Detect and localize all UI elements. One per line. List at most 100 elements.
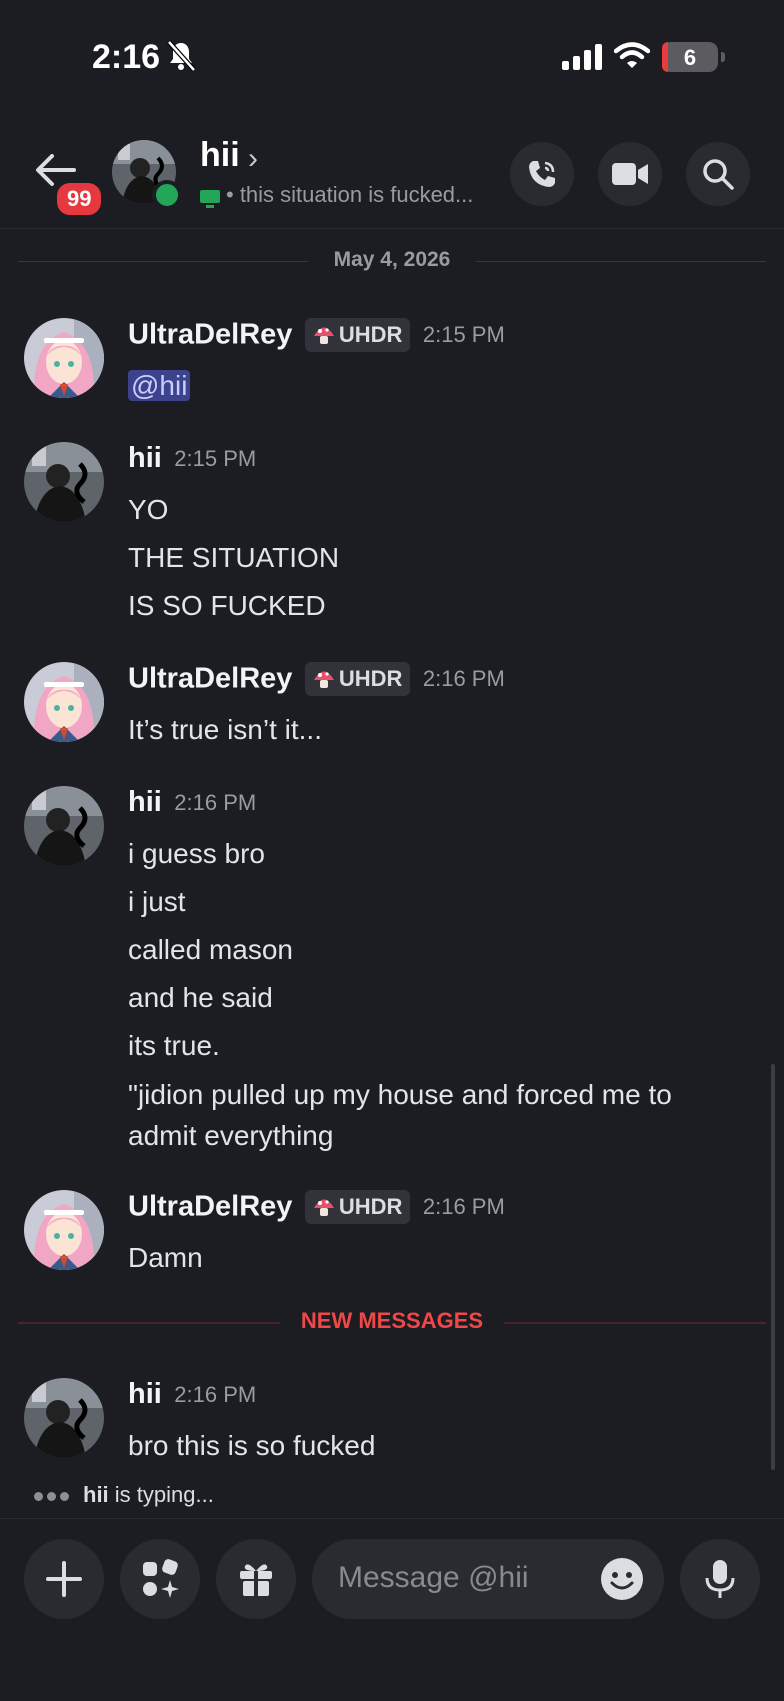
timestamp: 2:16 PM	[174, 789, 257, 815]
new-messages-divider: NEW MESSAGES	[18, 1306, 766, 1336]
message-body: bro this is so fucked	[128, 1422, 748, 1470]
message-body: Damn	[128, 1234, 748, 1282]
search-icon	[703, 159, 734, 190]
avatar[interactable]	[24, 318, 104, 398]
tag-label: UHDR	[338, 322, 403, 347]
server-tag-badge[interactable]: UHDR	[304, 662, 411, 696]
mushroom-icon	[313, 671, 334, 688]
scrollbar[interactable]	[771, 1064, 775, 1470]
date-divider-label: May 4, 2026	[333, 248, 451, 271]
message-header: UltraDelRey UHDR 2:16 PM	[128, 1190, 505, 1230]
message-body: @hii	[128, 362, 748, 410]
user-mention[interactable]: @hii	[128, 370, 191, 401]
online-status-dot	[152, 180, 182, 210]
status-text: • this situation is fucked...	[226, 182, 474, 207]
message-header: hii 2:15 PM	[128, 442, 256, 482]
avatar[interactable]	[24, 1190, 104, 1270]
message-composer: Message @hii	[0, 1518, 784, 1701]
new-messages-label: NEW MESSAGES	[300, 1308, 484, 1333]
message-line: "jidion pulled up my house and forced me…	[128, 1079, 672, 1151]
message-line: i guess bro	[128, 838, 265, 869]
typing-user: hii	[83, 1482, 109, 1507]
emoji-icon[interactable]	[600, 1557, 644, 1601]
timestamp: 2:15 PM	[422, 322, 505, 347]
message-header: hii 2:16 PM	[128, 786, 256, 826]
username[interactable]: UltraDelRey	[128, 319, 292, 351]
battery-indicator: 6	[662, 42, 725, 72]
bell-muted-icon	[167, 40, 196, 72]
activity-icon	[200, 189, 220, 208]
timestamp: 2:15 PM	[174, 445, 257, 471]
timestamp: 2:16 PM	[174, 1381, 257, 1407]
add-attachment-button[interactable]	[24, 1539, 104, 1619]
typing-text: is typing...	[114, 1482, 214, 1507]
status-bar: 2:16 6	[0, 0, 784, 120]
mushroom-icon	[313, 327, 334, 344]
message-header: UltraDelRey UHDR 2:15 PM	[128, 318, 505, 358]
unread-badge: 99	[54, 180, 105, 218]
typing-dots-icon	[34, 1482, 73, 1508]
battery-level: 6	[683, 45, 697, 70]
tag-label: UHDR	[338, 666, 403, 691]
plus-icon	[46, 1561, 82, 1597]
voice-call-button[interactable]	[510, 142, 574, 206]
username[interactable]: UltraDelRey	[128, 663, 292, 695]
message-line: i just	[128, 886, 186, 917]
message-group: UltraDelRey UHDR 2:15 PM @hii	[0, 318, 784, 408]
avatar[interactable]	[24, 1378, 104, 1458]
message-group: hii 2:16 PM i guess bro i just called ma…	[0, 786, 784, 1151]
mushroom-icon	[313, 1199, 334, 1216]
microphone-icon	[705, 1560, 735, 1598]
tag-label: UHDR	[338, 1194, 403, 1219]
typing-indicator: hii is typing...	[34, 1482, 214, 1508]
message-body: YO THE SITUATION IS SO FUCKED	[128, 486, 748, 630]
message-line: It’s true isn’t it...	[128, 714, 322, 745]
message-line: YO	[128, 494, 169, 525]
message-line: called mason	[128, 934, 293, 965]
voice-message-button[interactable]	[680, 1539, 760, 1619]
timestamp: 2:16 PM	[422, 1194, 505, 1219]
message-line: THE SITUATION	[128, 542, 340, 573]
search-button[interactable]	[686, 142, 750, 206]
username[interactable]: hii	[128, 1378, 162, 1410]
apps-button[interactable]	[120, 1539, 200, 1619]
message-group: UltraDelRey UHDR 2:16 PM Damn	[0, 1190, 784, 1280]
date-divider: May 4, 2026	[18, 246, 766, 276]
username[interactable]: hii	[128, 442, 162, 474]
server-tag-badge[interactable]: UHDR	[304, 1190, 411, 1224]
phone-icon	[529, 161, 555, 187]
video-call-button[interactable]	[598, 142, 662, 206]
username[interactable]: hii	[128, 786, 162, 818]
timestamp: 2:16 PM	[422, 666, 505, 691]
cellular-signal-icon	[562, 44, 602, 70]
video-camera-icon	[612, 163, 648, 185]
channel-title[interactable]: hii	[200, 136, 240, 175]
avatar[interactable]	[24, 442, 104, 522]
message-group: hii 2:16 PM bro this is so fucked	[0, 1378, 784, 1468]
message-header: hii 2:16 PM	[128, 1378, 256, 1418]
avatar[interactable]	[24, 662, 104, 742]
message-input[interactable]: Message @hii	[312, 1539, 664, 1619]
apps-icon	[143, 1559, 179, 1598]
message-body: i guess bro i just called mason and he s…	[128, 830, 748, 1156]
chevron-right-icon[interactable]: ›	[248, 142, 258, 176]
custom-status: • this situation is fucked...	[200, 182, 473, 208]
message-line: and he said	[128, 982, 273, 1013]
message-line: Damn	[128, 1242, 203, 1273]
avatar[interactable]	[24, 786, 104, 866]
username[interactable]: UltraDelRey	[128, 1191, 292, 1223]
gift-icon	[240, 1564, 272, 1596]
clock: 2:16	[92, 38, 161, 76]
gift-button[interactable]	[216, 1539, 296, 1619]
message-line: IS SO FUCKED	[128, 590, 326, 621]
wifi-icon	[614, 42, 650, 68]
message-line: its true.	[128, 1030, 220, 1061]
server-tag-badge[interactable]: UHDR	[304, 318, 411, 352]
chat-header: 99 hii › • this situation is fucked...	[0, 128, 784, 229]
message-body: It’s true isn’t it...	[128, 706, 748, 754]
message-line: bro this is so fucked	[128, 1430, 376, 1461]
message-group: UltraDelRey UHDR 2:16 PM It’s true isn’t…	[0, 662, 784, 752]
message-header: UltraDelRey UHDR 2:16 PM	[128, 662, 505, 702]
message-group: hii 2:15 PM YO THE SITUATION IS SO FUCKE…	[0, 442, 784, 621]
message-placeholder: Message @hii	[338, 1561, 529, 1594]
